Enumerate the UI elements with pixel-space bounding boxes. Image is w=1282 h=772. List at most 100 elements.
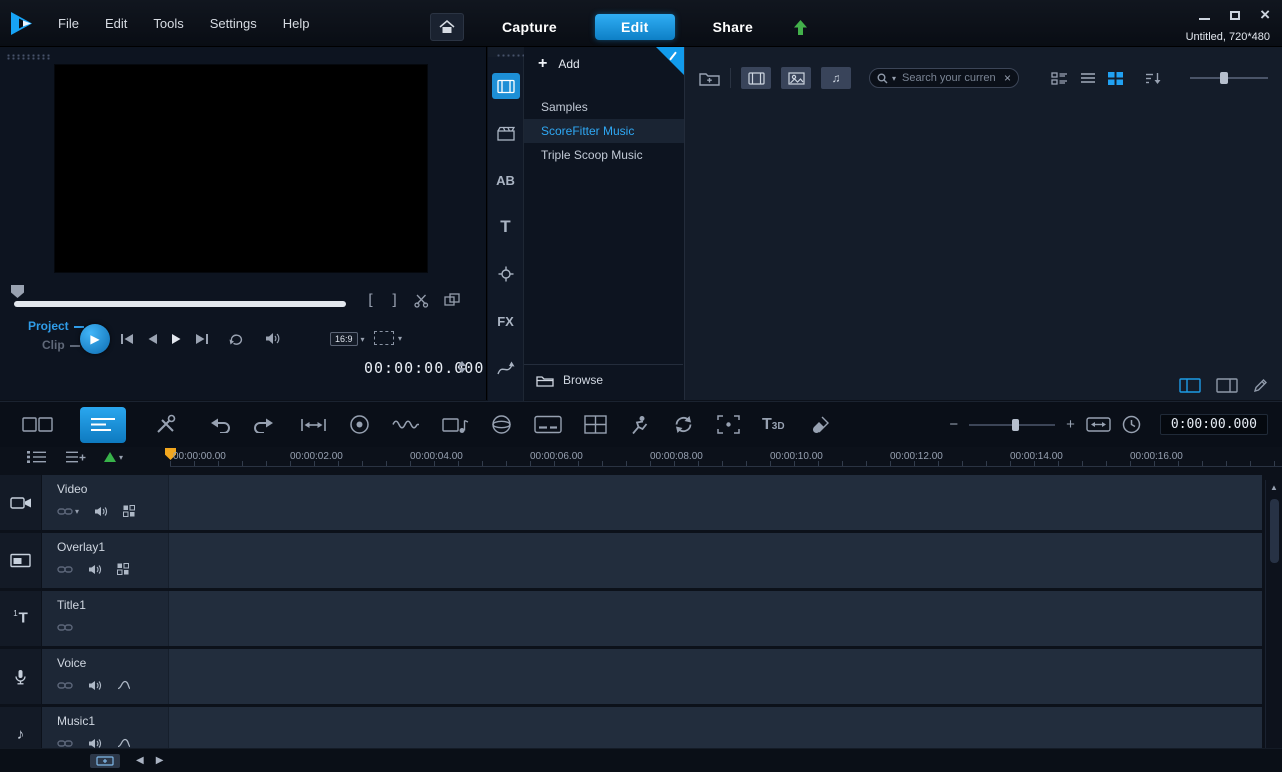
time-ruler-button[interactable] xyxy=(1122,415,1141,434)
scroll-left-button[interactable]: ◀ xyxy=(136,755,144,766)
scroll-right-button[interactable]: ▶ xyxy=(156,755,164,766)
timecode-spinner[interactable] xyxy=(458,361,466,373)
zoom-out-button[interactable]: − xyxy=(949,418,958,432)
auto-music-button[interactable] xyxy=(442,416,469,434)
record-capture-button[interactable] xyxy=(349,414,370,435)
show-music-button[interactable]: ♫ xyxy=(821,67,851,89)
motion-tracking-button[interactable] xyxy=(629,415,650,435)
go-to-end-button[interactable] xyxy=(195,333,209,345)
title-category-button[interactable]: T xyxy=(492,214,520,240)
add-track-button[interactable] xyxy=(65,450,86,464)
vertical-scrollbar[interactable]: ▲ xyxy=(1265,480,1282,748)
redo-button[interactable] xyxy=(252,417,274,433)
detail-view-button[interactable] xyxy=(1051,72,1068,85)
scrubber-bar[interactable] xyxy=(14,301,346,307)
mark-in-button[interactable]: [ xyxy=(366,291,375,309)
selection-tool[interactable]: ▾ xyxy=(374,331,402,345)
search-scope-caret-icon[interactable]: ▾ xyxy=(892,74,896,83)
mosaic-button[interactable] xyxy=(117,563,129,575)
timeline-view-button[interactable] xyxy=(80,407,126,443)
instant-project-button[interactable] xyxy=(492,120,520,146)
painting-creator-button[interactable] xyxy=(807,415,830,435)
clip-mode-label[interactable]: Clip xyxy=(42,338,80,352)
go-to-start-button[interactable] xyxy=(120,333,134,345)
show-videos-button[interactable] xyxy=(741,67,771,89)
panel-grip-handle[interactable] xyxy=(6,54,52,60)
enlarge-preview-button[interactable] xyxy=(444,293,460,307)
spinner-down-icon[interactable] xyxy=(458,368,466,373)
timeline-zoom-slider[interactable] xyxy=(969,418,1055,432)
thumbnail-zoom-slider[interactable] xyxy=(1190,72,1268,84)
fit-timeline-button[interactable] xyxy=(1086,417,1111,432)
tracker-button[interactable] xyxy=(717,415,740,434)
menu-settings[interactable]: Settings xyxy=(210,16,257,31)
library-folder-samples[interactable]: Samples xyxy=(524,95,684,119)
sort-button[interactable] xyxy=(1145,72,1162,85)
timeline-ruler[interactable]: 00:00:00.00 00:00:02.00 00:00:04.00 00:0… xyxy=(170,447,1282,467)
link-clips-button[interactable] xyxy=(57,565,73,574)
aspect-ratio-control[interactable]: 16:9 ▾ xyxy=(330,332,365,346)
video-track-lane[interactable] xyxy=(169,475,1262,530)
tab-share[interactable]: Share xyxy=(687,14,779,40)
previous-frame-button[interactable] xyxy=(147,333,158,345)
home-button[interactable] xyxy=(430,13,464,41)
next-frame-button[interactable] xyxy=(171,333,182,345)
spinner-up-icon[interactable] xyxy=(458,361,466,366)
mark-out-button[interactable]: ] xyxy=(390,291,399,309)
scrollbar-thumb[interactable] xyxy=(1270,499,1279,563)
split-clip-button[interactable] xyxy=(414,293,429,308)
minimize-button[interactable] xyxy=(1199,18,1210,20)
link-clips-button[interactable] xyxy=(57,623,73,632)
pin-panel-button[interactable] xyxy=(656,47,684,75)
zoom-in-button[interactable]: + xyxy=(1066,418,1075,432)
grid-button[interactable] xyxy=(584,415,607,434)
show-options-panel-button[interactable] xyxy=(1216,378,1238,393)
edit-panel-button[interactable] xyxy=(1253,378,1268,393)
subtitle-editor-button[interactable] xyxy=(534,415,562,434)
show-photos-button[interactable] xyxy=(781,67,811,89)
360-video-button[interactable] xyxy=(491,414,512,435)
title-track-lane[interactable] xyxy=(169,591,1262,646)
link-clips-button[interactable] xyxy=(57,681,73,690)
voice-track-lane[interactable] xyxy=(169,649,1262,704)
mute-track-button[interactable] xyxy=(88,738,102,749)
menu-file[interactable]: File xyxy=(58,16,79,31)
repeat-button[interactable] xyxy=(228,332,244,345)
menu-edit[interactable]: Edit xyxy=(105,16,127,31)
import-media-button[interactable] xyxy=(699,70,720,86)
mosaic-button[interactable] xyxy=(123,505,135,517)
transition-category-button[interactable]: AB xyxy=(492,167,520,193)
browse-button[interactable]: Browse xyxy=(524,364,683,394)
mix-tools-button[interactable] xyxy=(154,414,178,435)
list-view-button[interactable] xyxy=(1080,72,1096,84)
loop-playback-button[interactable] xyxy=(672,415,695,434)
overlay-track-lane[interactable] xyxy=(169,533,1262,588)
mute-track-button[interactable] xyxy=(88,680,102,691)
ripple-edit-button[interactable]: ▾ xyxy=(104,452,123,462)
mute-track-button[interactable] xyxy=(88,564,102,575)
fit-project-button[interactable] xyxy=(300,418,327,432)
insert-track-button[interactable] xyxy=(90,754,120,768)
menu-help[interactable]: Help xyxy=(283,16,310,31)
slider-handle[interactable] xyxy=(1012,419,1019,431)
maximize-button[interactable] xyxy=(1230,11,1240,20)
search-clear-button[interactable]: × xyxy=(1004,73,1011,83)
motion-path-category-button[interactable] xyxy=(492,355,520,381)
graphic-category-button[interactable] xyxy=(492,261,520,287)
3d-title-button[interactable]: T3D xyxy=(762,416,785,434)
mute-track-button[interactable] xyxy=(94,506,108,517)
close-button[interactable]: × xyxy=(1260,9,1270,21)
undo-button[interactable] xyxy=(210,417,232,433)
music-track-lane[interactable] xyxy=(169,707,1262,748)
scroll-up-button[interactable]: ▲ xyxy=(1270,483,1278,492)
volume-curve-button[interactable] xyxy=(117,680,131,690)
library-folder-scorefitter[interactable]: ScoreFitter Music xyxy=(524,119,684,143)
trim-marker-handle[interactable] xyxy=(11,285,24,298)
show-library-panel-button[interactable] xyxy=(1179,378,1201,393)
link-clips-button[interactable] xyxy=(57,739,73,748)
slider-handle[interactable] xyxy=(1220,72,1228,84)
media-category-button[interactable] xyxy=(492,73,520,99)
tab-edit[interactable]: Edit xyxy=(595,14,675,40)
tab-capture[interactable]: Capture xyxy=(476,14,583,40)
project-mode-label[interactable]: Project xyxy=(28,319,84,333)
